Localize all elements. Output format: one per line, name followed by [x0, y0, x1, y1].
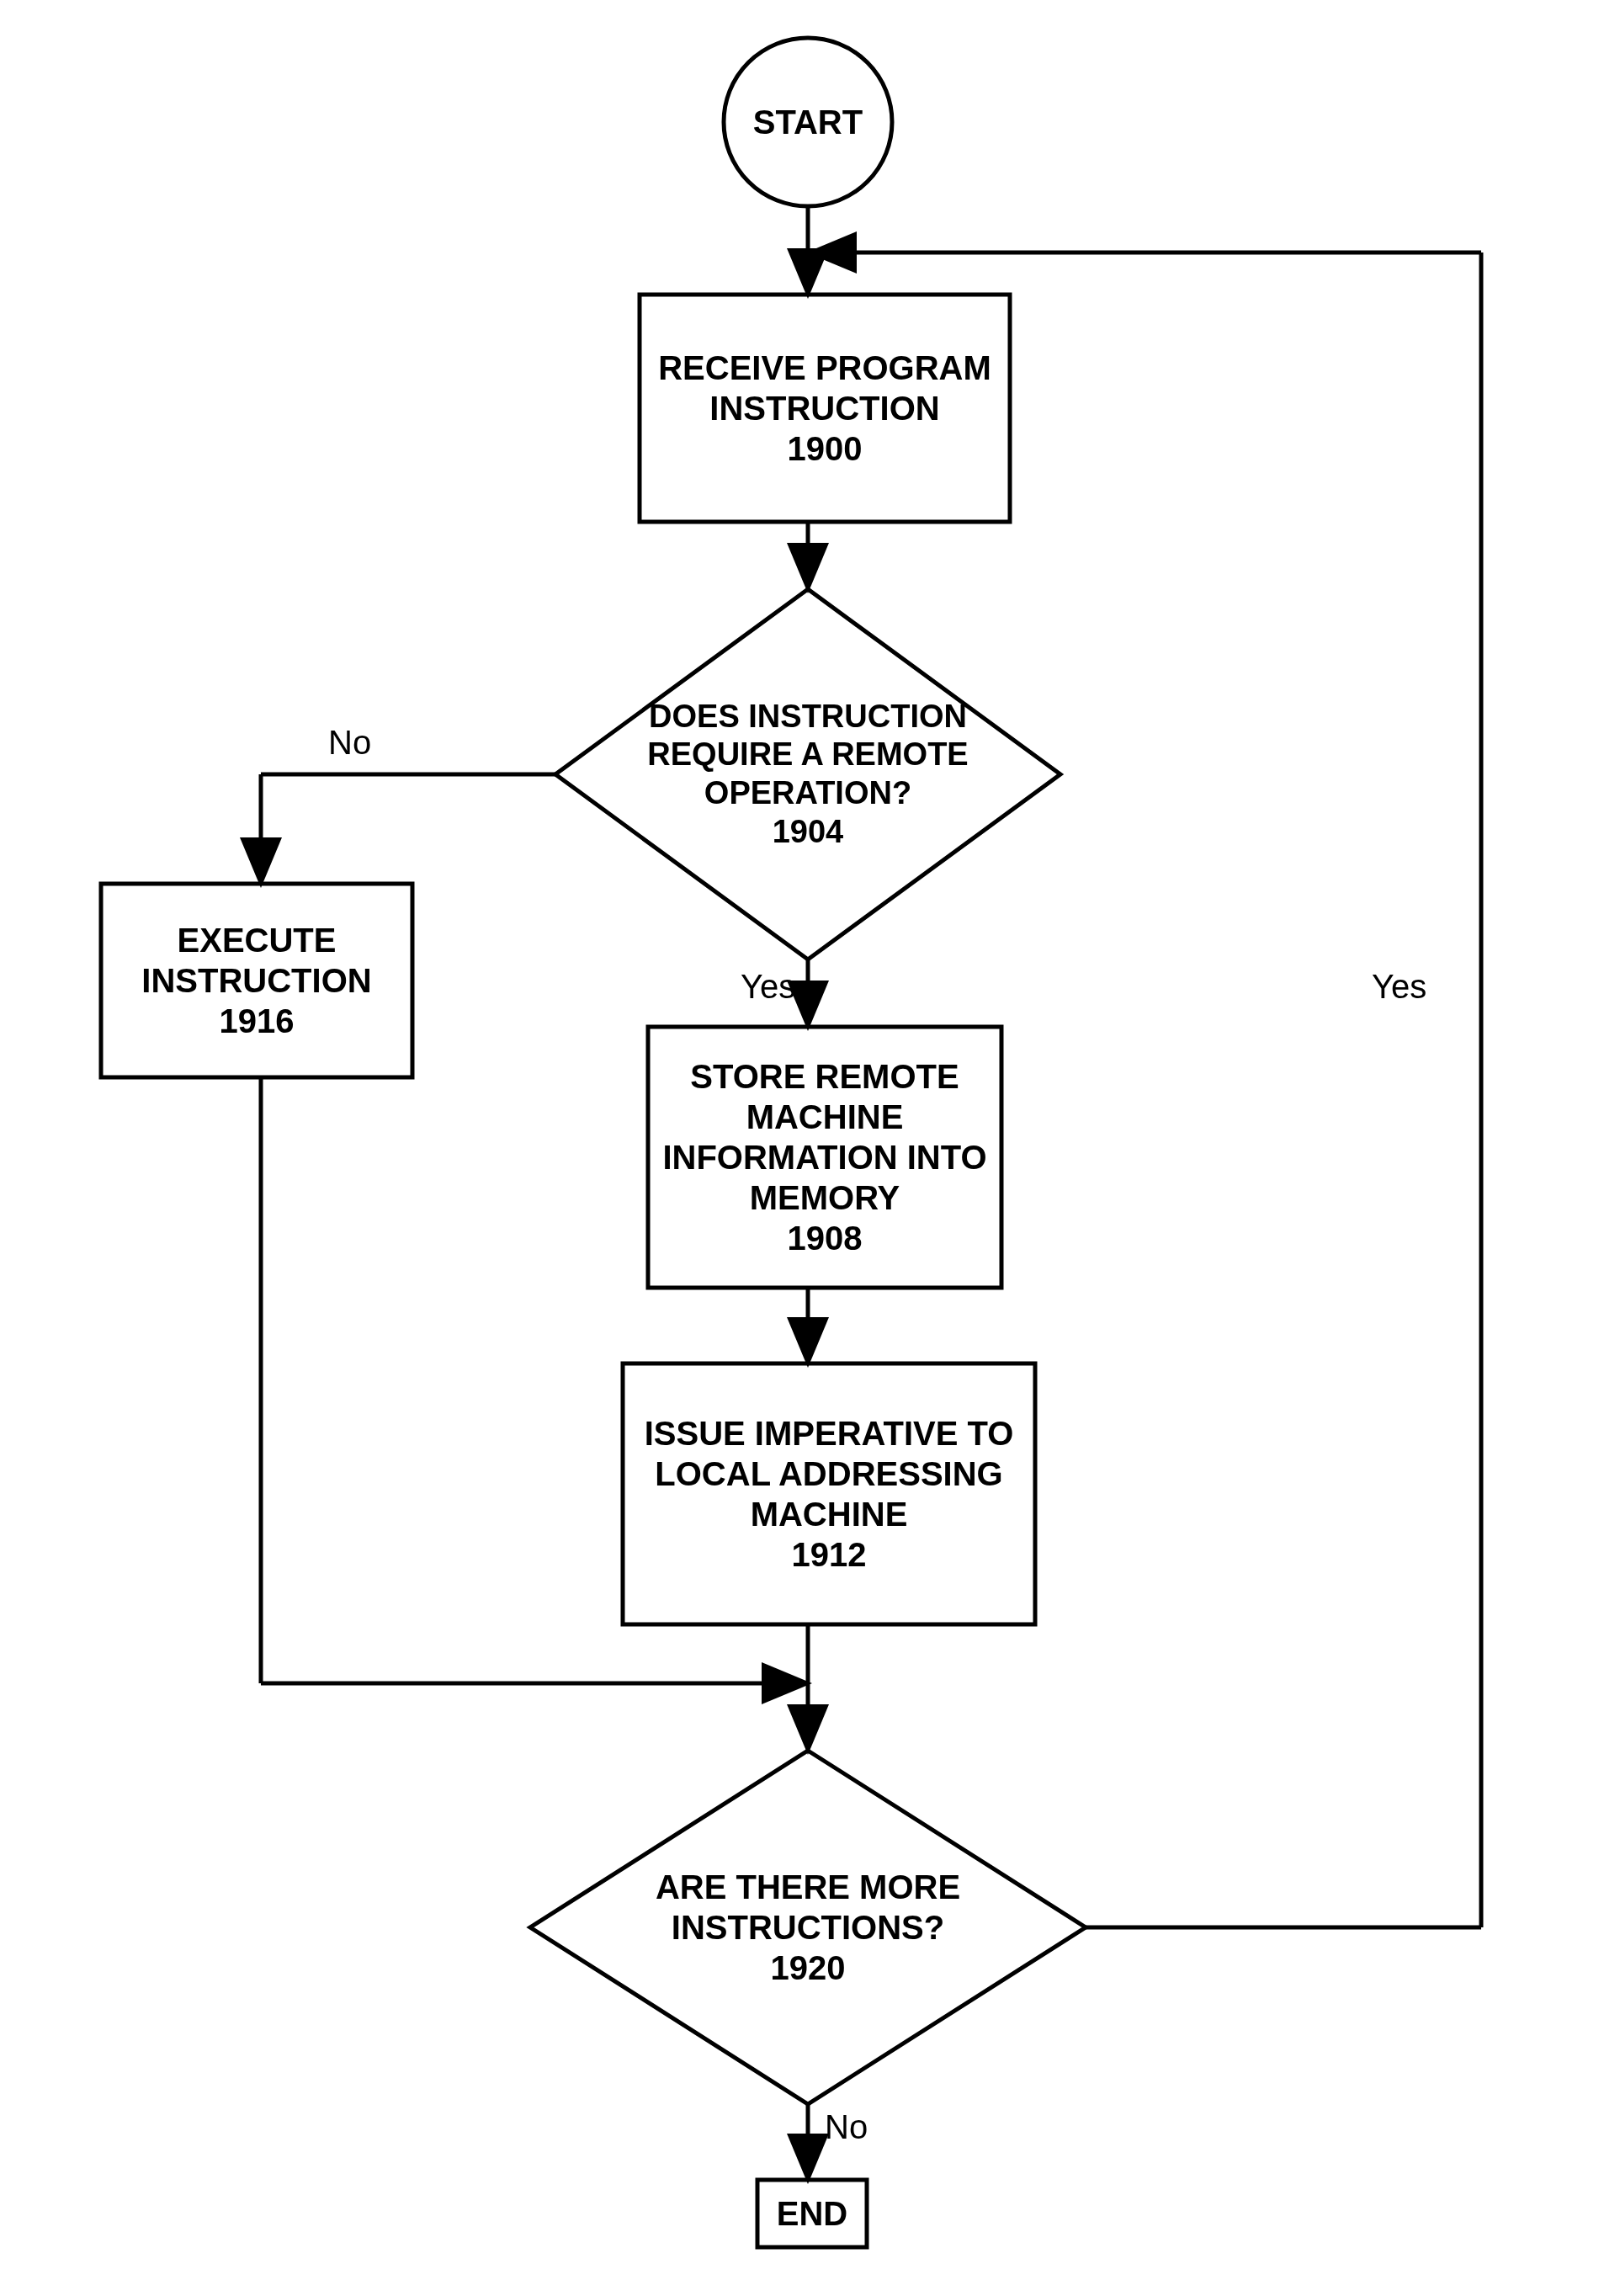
svg-rect-8 [757, 2180, 867, 2247]
svg-rect-2 [640, 295, 1010, 522]
svg-marker-3 [555, 589, 1060, 959]
svg-point-1 [724, 38, 892, 206]
svg-marker-7 [530, 1751, 1086, 2104]
svg-rect-6 [623, 1363, 1035, 1624]
svg-rect-4 [101, 884, 412, 1077]
svg-rect-5 [648, 1027, 1001, 1288]
